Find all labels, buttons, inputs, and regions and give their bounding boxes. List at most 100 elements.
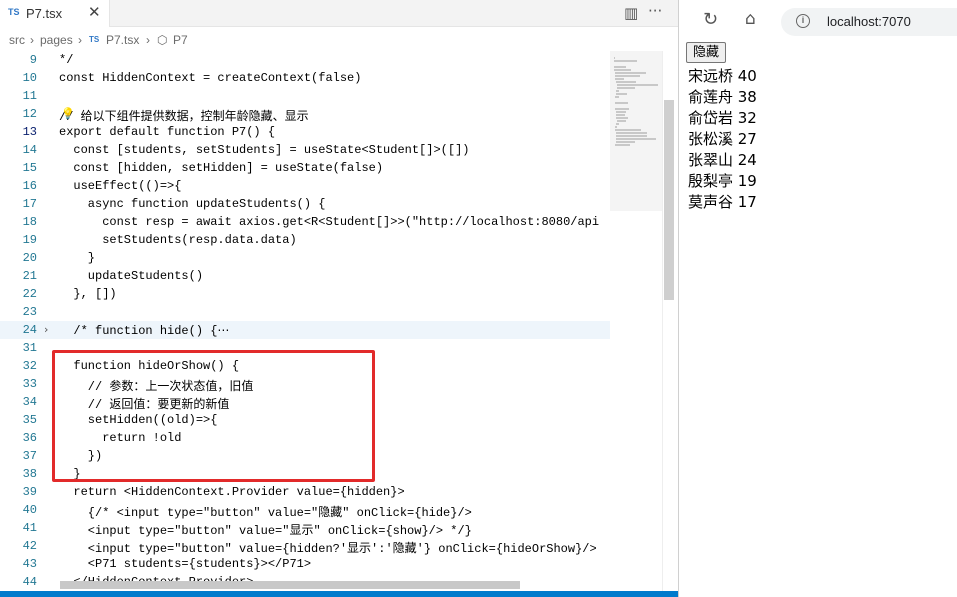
line-number: 37 (22, 449, 37, 463)
code-text: {/* <input type="button" value="隐藏" onCl… (59, 506, 472, 520)
typescript-file-icon: TS (8, 7, 20, 17)
minimap-line (614, 60, 638, 62)
minimap-line (617, 87, 636, 89)
minimap-line (616, 111, 627, 113)
code-line[interactable]: 23 (0, 303, 610, 321)
browser-window: ↻ ⌂ i localhost:7070 隐藏 宋远桥 40 俞莲舟 38 俞岱岩 … (678, 0, 957, 597)
minimap-line (616, 123, 620, 125)
code-line[interactable]: 12 // 给以下组件提供数据，控制年龄隐藏、显示 (0, 105, 610, 124)
minimap-line (615, 129, 642, 131)
line-number: 31 (22, 341, 37, 355)
line-number: 39 (22, 485, 37, 499)
code-text: */ (59, 53, 74, 67)
code-text: }, []) (59, 287, 117, 301)
more-actions-icon[interactable]: ··· (648, 2, 662, 20)
code-text: updateStudents() (59, 269, 204, 283)
code-line[interactable]: 42 <input type="button" value={hidden?'显… (0, 537, 610, 556)
student-item: 俞岱岩 32 (688, 109, 757, 127)
chevron-right-icon: › (146, 33, 150, 47)
home-icon[interactable]: ⌂ (745, 9, 756, 29)
minimap-line (616, 138, 656, 140)
code-text: export default function P7() { (59, 125, 276, 139)
student-item: 莫声谷 17 (688, 193, 757, 211)
url-text[interactable]: localhost:7070 (827, 14, 911, 29)
symbol-cube-icon: ⬡ (157, 33, 168, 47)
line-number: 44 (22, 575, 37, 589)
code-line[interactable]: 22 }, []) (0, 285, 610, 303)
line-number: 20 (22, 251, 37, 265)
highlight-annotation-box (52, 350, 375, 482)
line-number: 38 (22, 467, 37, 481)
code-line[interactable]: 14 const [students, setStudents] = useSt… (0, 141, 610, 159)
line-number: 23 (22, 305, 37, 319)
minimap-line (615, 108, 629, 110)
code-line[interactable]: 9 */ (0, 51, 610, 69)
chevron-right-icon: › (78, 33, 82, 47)
code-line[interactable]: 10 const HiddenContext = createContext(fa… (0, 69, 610, 87)
minimap-line (616, 93, 627, 95)
minimap-line (616, 135, 647, 137)
vertical-scrollbar-thumb[interactable] (664, 100, 674, 300)
minimap-line (616, 117, 629, 119)
line-number: 15 (22, 161, 37, 175)
code-line[interactable]: 21 updateStudents() (0, 267, 610, 285)
code-line[interactable]: 43 <P71 students={students}></P71> (0, 555, 610, 573)
tab-p7-tsx[interactable]: TS P7.tsx ✕ (0, 0, 110, 27)
code-line[interactable]: 20 } (0, 249, 610, 267)
horizontal-scrollbar-thumb[interactable] (60, 581, 520, 589)
breadcrumb-file[interactable]: P7.tsx (106, 33, 139, 47)
line-number: 14 (22, 143, 37, 157)
student-item: 张松溪 27 (688, 130, 757, 148)
line-number: 11 (22, 89, 37, 103)
line-number: 16 (22, 179, 37, 193)
breadcrumb-pages[interactable]: pages (40, 33, 73, 47)
code-text: const resp = await axios.get<R<Student[]… (59, 215, 600, 229)
line-number: 33 (22, 377, 37, 391)
minimap-line (615, 72, 647, 74)
reload-icon[interactable]: ↻ (703, 9, 718, 30)
minimap-line (617, 120, 627, 122)
hide-toggle-button[interactable]: 隐藏 (686, 42, 727, 63)
code-text: } (59, 251, 96, 265)
lightbulb-icon[interactable]: 💡 (61, 107, 75, 120)
address-bar[interactable]: i localhost:7070 (781, 8, 957, 36)
split-editor-icon[interactable]: ▥ (624, 4, 638, 22)
minimap-line (615, 78, 625, 80)
breadcrumb-symbol[interactable]: P7 (173, 33, 188, 47)
status-bar (0, 591, 678, 597)
code-area[interactable]: 9 */ 10 const HiddenContext = createContext… (0, 51, 610, 597)
line-number: 43 (22, 557, 37, 571)
minimap-line (615, 75, 640, 77)
minimap[interactable] (610, 51, 662, 597)
code-line[interactable]: 15 const [hidden, setHidden] = useState(… (0, 159, 610, 177)
line-number: 40 (22, 503, 37, 517)
info-icon[interactable]: i (796, 14, 810, 28)
code-line[interactable]: 24 › /* function hide() {⋯ (0, 321, 610, 339)
code-line[interactable]: 16 useEffect(()=>{ (0, 177, 610, 195)
student-item: 张翠山 24 (688, 151, 757, 169)
code-line[interactable]: 40 {/* <input type="button" value="隐藏" o… (0, 501, 610, 520)
line-number: 18 (22, 215, 37, 229)
line-number: 9 (29, 53, 37, 67)
minimap-line (614, 69, 631, 71)
breadcrumb-src[interactable]: src (9, 33, 25, 47)
code-line[interactable]: 18 const resp = await axios.get<R<Studen… (0, 213, 610, 231)
code-line[interactable]: 11 (0, 87, 610, 105)
code-line[interactable]: 13 export default function P7() { (0, 123, 610, 141)
tab-filename: P7.tsx (26, 6, 63, 21)
code-text: <P71 students={students}></P71> (59, 557, 312, 571)
code-line[interactable]: 19 setStudents(resp.data.data) (0, 231, 610, 249)
code-text: useEffect(()=>{ (59, 179, 182, 193)
code-editor[interactable]: TS P7.tsx ✕ ▥ ··· src › pages › TS P7.ts… (0, 0, 678, 597)
fold-expand-icon[interactable]: › (44, 323, 48, 336)
code-text: /* function hide() {⋯ (59, 324, 230, 338)
student-item: 俞莲舟 38 (688, 88, 757, 106)
browser-toolbar: ↻ ⌂ i localhost:7070 (679, 0, 957, 38)
code-line[interactable]: 41 <input type="button" value="显示" onCli… (0, 519, 610, 538)
code-line[interactable]: 39 return <HiddenContext.Provider value=… (0, 483, 610, 501)
line-number: 17 (22, 197, 37, 211)
minimap-line (615, 126, 617, 128)
code-text: const [hidden, setHidden] = useState(fal… (59, 161, 384, 175)
close-icon[interactable]: ✕ (88, 3, 101, 21)
code-line[interactable]: 17 async function updateStudents() { (0, 195, 610, 213)
